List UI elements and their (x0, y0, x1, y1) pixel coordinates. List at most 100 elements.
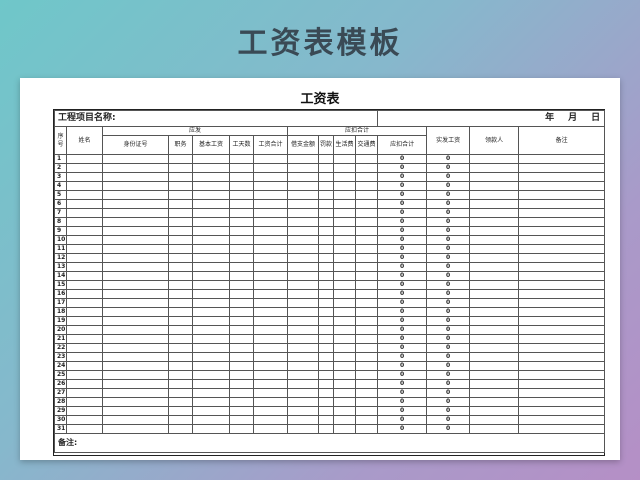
table-cell (253, 379, 288, 389)
table-cell (192, 370, 230, 380)
table-cell (229, 307, 254, 317)
table-cell (66, 226, 103, 236)
deduct-total-cell: 0 (377, 415, 428, 425)
project-name-label: 工程项目名称: (53, 110, 379, 127)
table-cell (469, 424, 520, 434)
salary-sheet: 工资表 工程项目名称: 年月日 序号 姓名 应发 应扣合计 实发工资 领款人 备… (20, 78, 620, 460)
row-number: 15 (54, 280, 67, 290)
table-cell (168, 379, 193, 389)
table-cell (229, 235, 254, 245)
table-cell (168, 280, 193, 290)
table-cell (333, 253, 356, 263)
deduct-total-cell: 0 (377, 199, 428, 209)
table-cell (469, 406, 520, 416)
table-cell (318, 253, 334, 263)
table-cell (253, 388, 288, 398)
table-cell (354, 235, 379, 245)
table-row: 18 0 0 (54, 307, 606, 317)
deduct-total-cell: 0 (377, 181, 428, 191)
table-cell (168, 235, 193, 245)
header-transport-fee: 交通费 (354, 135, 379, 155)
row-number: 14 (54, 271, 67, 281)
table-cell (253, 280, 288, 290)
table-cell (518, 361, 606, 371)
table-cell (66, 406, 103, 416)
table-cell (333, 424, 356, 434)
deduct-total-cell: 0 (377, 361, 428, 371)
table-cell (102, 397, 169, 407)
table-cell (192, 316, 230, 326)
table-cell (192, 307, 230, 317)
table-cell (168, 343, 193, 353)
table-cell (333, 397, 356, 407)
month-label: 月 (568, 113, 578, 123)
table-cell (66, 280, 103, 290)
table-cell (318, 289, 334, 299)
header-seq: 序号 (54, 126, 67, 155)
table-cell (66, 325, 103, 335)
table-cell (469, 172, 520, 182)
table-cell (253, 352, 288, 362)
table-cell (102, 253, 169, 263)
table-cell (469, 253, 520, 263)
table-cell (229, 406, 254, 416)
table-cell (192, 352, 230, 362)
table-cell (253, 199, 288, 209)
table-cell (253, 298, 288, 308)
table-row: 4 00 (54, 181, 606, 191)
table-cell (192, 379, 230, 389)
table-cell (192, 325, 230, 335)
table-cell (192, 361, 230, 371)
table-cell (168, 262, 193, 272)
table-cell (66, 352, 103, 362)
table-cell (253, 406, 288, 416)
actual-pay-cell: 0 (426, 325, 471, 335)
table-cell (354, 406, 379, 416)
table-cell (333, 154, 356, 164)
row-number: 13 (54, 262, 67, 272)
deduct-total-cell: 0 (377, 253, 428, 263)
table-cell (354, 388, 379, 398)
table-cell (469, 271, 520, 281)
table-cell (66, 208, 103, 218)
table-cell (66, 199, 103, 209)
table-row: 29 0 0 (54, 406, 606, 416)
table-cell (333, 190, 356, 200)
table-cell (469, 307, 520, 317)
table-cell (192, 253, 230, 263)
table-cell (168, 415, 193, 425)
table-cell (168, 397, 193, 407)
table-cell (287, 388, 319, 398)
table-cell (192, 172, 230, 182)
table-cell (192, 226, 230, 236)
table-cell (287, 208, 319, 218)
table-cell (102, 406, 169, 416)
note-row: 备注: (53, 433, 606, 453)
row-number: 31 (54, 424, 67, 434)
table-cell (168, 352, 193, 362)
table-cell (192, 298, 230, 308)
table-cell (518, 388, 606, 398)
table-cell (192, 217, 230, 227)
table-cell (66, 316, 103, 326)
table-cell (518, 208, 606, 218)
table-cell (354, 244, 379, 254)
table-cell (333, 316, 356, 326)
table-cell (192, 208, 230, 218)
table-cell (253, 163, 288, 173)
row-number: 7 (54, 208, 67, 218)
row-number: 20 (54, 325, 67, 335)
table-cell (253, 217, 288, 227)
table-cell (469, 316, 520, 326)
table-cell (518, 289, 606, 299)
table-cell (229, 190, 254, 200)
table-cell (192, 235, 230, 245)
table-cell (66, 361, 103, 371)
table-cell (229, 397, 254, 407)
table-row: 16 0 0 (54, 289, 606, 299)
table-cell (229, 424, 254, 434)
table-cell (102, 208, 169, 218)
table-cell (192, 289, 230, 299)
table-cell (168, 253, 193, 263)
actual-pay-cell: 0 (426, 424, 471, 434)
